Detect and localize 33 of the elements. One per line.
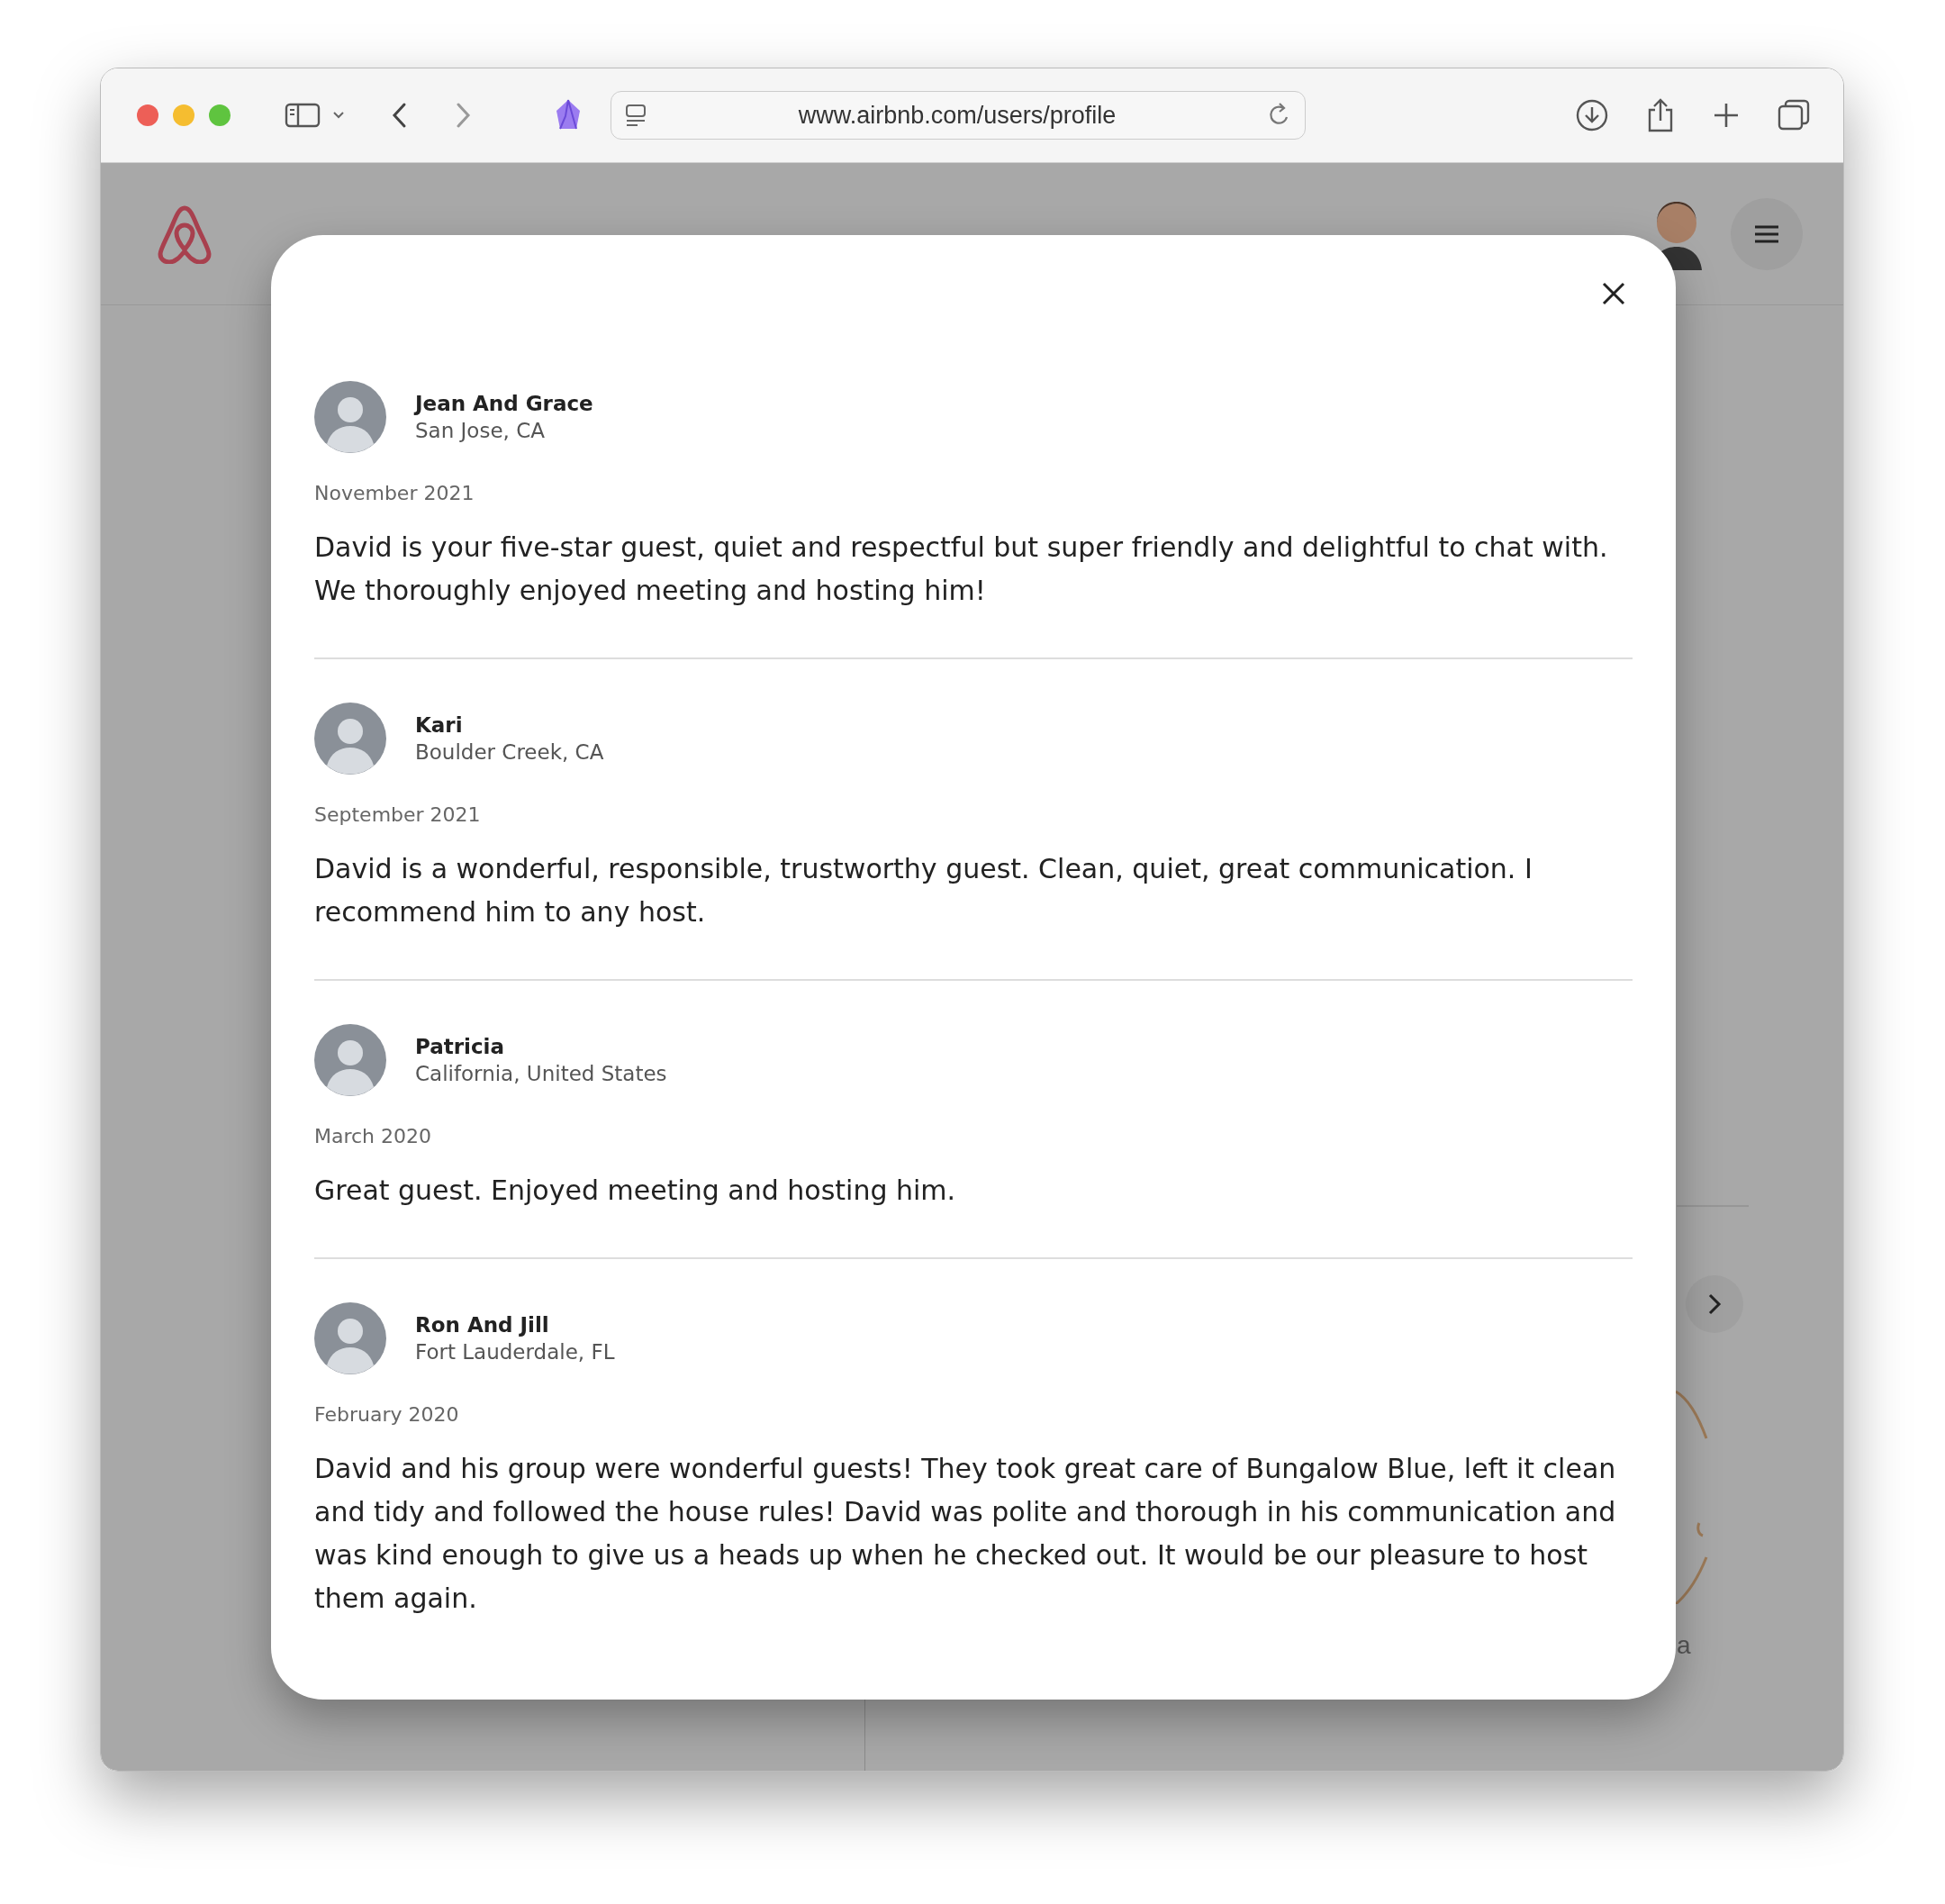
reviewer-location: San Jose, CA xyxy=(415,419,546,442)
review-text: David and his group were wonderful guests! They took great care of Bungalow Blue, left it clean and tidy and followed the house rules! David was polite and thorough in his communication and was kind enough to give us a heads up when he checked out. It would be our pleasure to host them again. xyxy=(314,1452,1617,1616)
reviewer-name: Jean And Grace xyxy=(415,392,593,415)
avatar-icon xyxy=(314,1024,386,1096)
page-menu-icon[interactable] xyxy=(624,103,647,128)
avatar-icon xyxy=(314,381,386,453)
reviewer-name: Ron And Jill xyxy=(415,1313,550,1337)
review-date: September 2021 xyxy=(314,803,482,826)
review-text: David is a wonderful, responsible, trustworthy guest. Clean, quiet, great communication. I recommend him to any host. xyxy=(314,852,1533,929)
reviewer-location: Boulder Creek, CA xyxy=(415,740,604,764)
address-bar[interactable]: www.airbnb.com/users/profile xyxy=(611,91,1306,140)
tabs-overview-icon[interactable] xyxy=(1777,98,1811,132)
reviewer-location: California, United States xyxy=(415,1062,667,1085)
chevron-down-icon[interactable] xyxy=(331,110,346,121)
reviewer-name: Patricia xyxy=(415,1035,506,1058)
new-tab-icon[interactable] xyxy=(1712,101,1741,130)
review-date: March 2020 xyxy=(314,1125,433,1147)
avatar-icon xyxy=(314,703,386,775)
download-icon[interactable] xyxy=(1575,98,1609,132)
url-text: www.airbnb.com/users/profile xyxy=(797,101,1117,130)
avatar-icon xyxy=(314,1302,386,1374)
review-text: David is your five-star guest, quiet and respectful but super friendly and delightful to chat with. We thoroughly enjoyed meeting and hosting him! xyxy=(314,530,1609,608)
background-text: a xyxy=(1677,1631,1691,1660)
close-window-button[interactable] xyxy=(137,104,158,126)
review-date: February 2020 xyxy=(314,1403,460,1426)
logo-icon[interactable] xyxy=(157,204,213,264)
sidebar-icon[interactable] xyxy=(285,102,321,129)
close-icon[interactable] xyxy=(1602,282,1625,305)
review-date: November 2021 xyxy=(314,482,475,504)
review-text: Great guest. Enjoyed meeting and hosting him. xyxy=(314,1174,957,1208)
reviewer-name: Kari xyxy=(415,713,464,737)
reviewer-location: Fort Lauderdale, FL xyxy=(415,1340,615,1364)
chevron-right-icon[interactable] xyxy=(1707,1292,1722,1316)
